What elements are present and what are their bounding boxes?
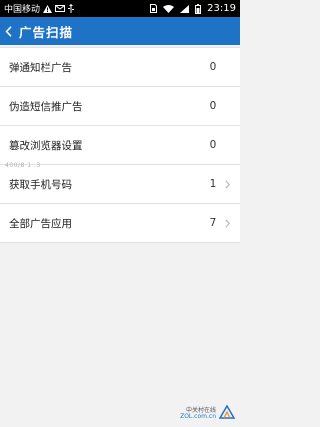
list-item-phone-number[interactable]: 获取手机号码 1 [0,165,240,204]
chevron-right-icon [225,218,231,228]
battery-icon [195,3,202,14]
row-count: 1 [209,178,217,190]
list-item-all-ad-apps[interactable]: 全部广告应用 7 [0,204,240,243]
row-label: 弹通知栏广告 [9,61,72,74]
back-arrow-icon[interactable] [5,23,15,39]
row-count: 0 [209,139,217,151]
status-bar: 中国移动 23:19 [0,0,240,17]
zol-logo-icon [218,404,236,423]
page-title: 广告扫描 [19,24,74,40]
carrier-label: 中国移动 [4,5,41,15]
scan-results-list: 弹通知栏广告 0 伪造短信推广告 0 篡改浏览器设置 0 获取手机号码 1 全部… [0,47,240,243]
watermark-en: ZOL.com.cn [180,412,216,420]
overlay-watermark-text: 400/8 1 .3 [5,162,41,169]
list-item-fake-sms-ads[interactable]: 伪造短信推广告 0 [0,87,240,126]
row-label: 全部广告应用 [9,217,72,230]
clock: 23:19 [207,3,236,14]
row-label: 伪造短信推广告 [9,100,83,113]
zol-watermark: 中关村在线 ZOL.com.cn [180,404,236,423]
alert-icon [43,4,53,13]
row-count: 0 [209,100,217,112]
row-count: 0 [209,61,217,73]
envelope-icon [55,5,66,12]
row-label: 获取手机号码 [9,178,72,191]
chevron-right-icon [225,179,231,189]
signal-icon [180,4,190,13]
row-label: 篡改浏览器设置 [9,139,83,152]
list-item-browser-hijack[interactable]: 篡改浏览器设置 0 [0,126,240,165]
usb-icon [68,4,75,13]
app-header: 广告扫描 [0,17,240,45]
wifi-icon [163,4,175,13]
row-count: 7 [209,217,217,229]
sim-icon [150,4,158,13]
list-item-notification-ads[interactable]: 弹通知栏广告 0 [0,48,240,87]
